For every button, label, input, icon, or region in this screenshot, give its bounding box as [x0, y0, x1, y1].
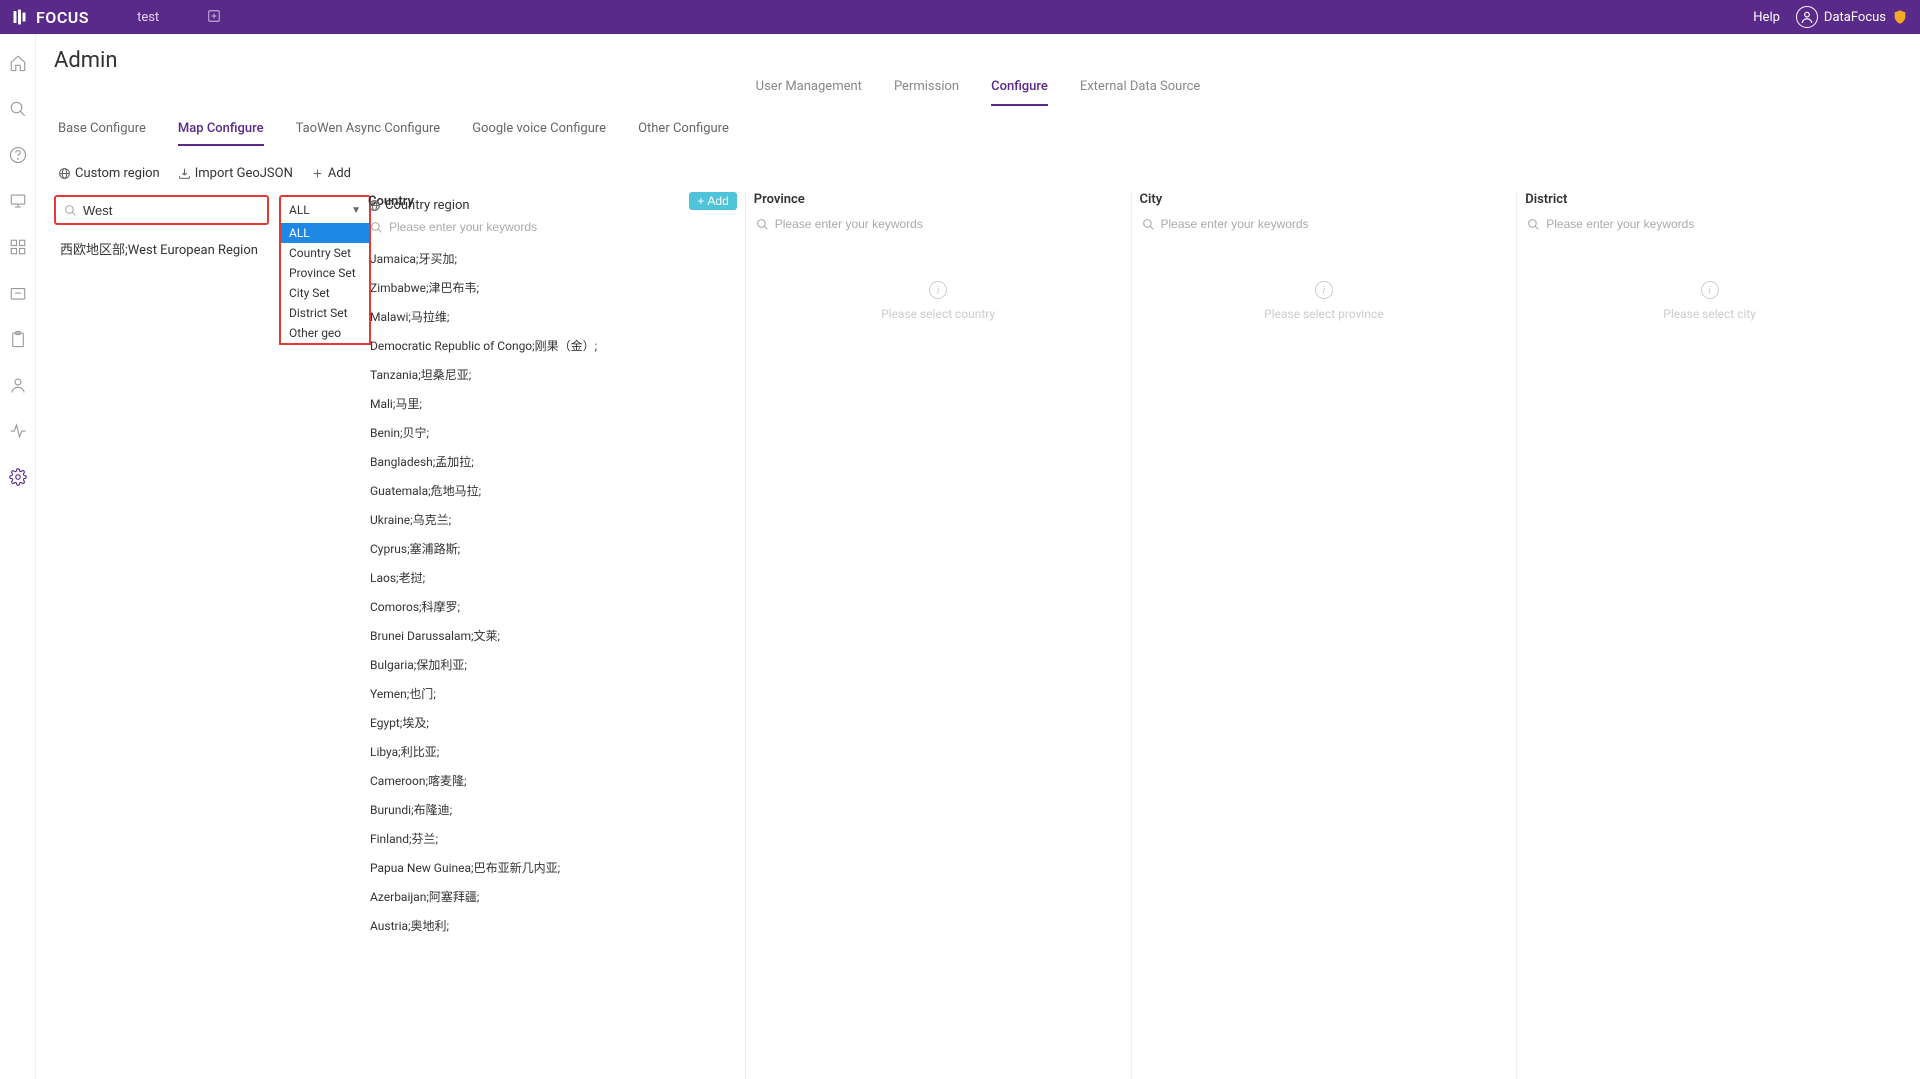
dropdown-option[interactable]: ALL — [281, 223, 369, 243]
country-item[interactable]: Ukraine;乌克兰; — [368, 505, 737, 534]
workspace-tab[interactable]: test — [137, 10, 159, 25]
country-item[interactable]: Bangladesh;孟加拉; — [368, 447, 737, 476]
info-icon: i — [1315, 281, 1333, 299]
import-geojson-button[interactable]: Import GeoJSON — [178, 166, 293, 181]
sub-tab[interactable]: Map Configure — [178, 121, 264, 146]
region-search-box — [54, 195, 269, 225]
dropdown-value: ALL — [289, 203, 310, 217]
user-icon — [1796, 6, 1818, 28]
country-item[interactable]: Democratic Republic of Congo;刚果（金）; — [368, 331, 737, 360]
top-bar: FOCUS test Help DataFocus — [0, 0, 1920, 34]
info-icon: i — [929, 281, 947, 299]
district-empty: i Please select city — [1525, 241, 1894, 1079]
country-item[interactable]: Brunei Darussalam;文莱; — [368, 621, 737, 650]
country-item[interactable]: Benin;贝宁; — [368, 418, 737, 447]
country-region-button[interactable]: Country region — [368, 198, 470, 213]
province-column: Province i Please select country — [746, 192, 1132, 1079]
settings-icon[interactable] — [9, 468, 27, 486]
country-item[interactable]: Malawi;马拉维; — [368, 302, 737, 331]
activity-icon[interactable] — [9, 422, 27, 440]
country-item[interactable]: Burundi;布隆迪; — [368, 795, 737, 824]
main-tabs: User Management Permission Configure Extern… — [36, 79, 1920, 107]
help-link[interactable]: Help — [1753, 10, 1780, 25]
country-item[interactable]: Yemen;也门; — [368, 679, 737, 708]
country-item[interactable]: Papua New Guinea;巴布亚新几内亚; — [368, 853, 737, 882]
city-column: City i Please select province — [1132, 192, 1518, 1079]
person-icon[interactable] — [9, 376, 27, 394]
home-icon[interactable] — [9, 54, 27, 72]
country-item[interactable]: Cameroon;喀麦隆; — [368, 766, 737, 795]
main-tab[interactable]: User Management — [756, 79, 862, 106]
clipboard-icon[interactable] — [9, 330, 27, 348]
country-item[interactable]: Guatemala;危地马拉; — [368, 476, 737, 505]
country-column: Country + Add Jamaica;牙买加;Zimbabwe;津巴 — [360, 192, 746, 1079]
country-item[interactable]: Azerbaijan;阿塞拜疆; — [368, 882, 737, 911]
logo-icon — [12, 8, 30, 26]
sub-tab[interactable]: Google voice Configure — [472, 121, 606, 146]
sub-tabs: Base Configure Map Configure TaoWen Async … — [36, 107, 1920, 146]
sub-tab[interactable]: Other Configure — [638, 121, 729, 146]
country-item[interactable]: Zimbabwe;津巴布韦; — [368, 273, 737, 302]
country-list: Jamaica;牙买加;Zimbabwe;津巴布韦;Malawi;马拉维;Dem… — [368, 244, 737, 1079]
sub-tab[interactable]: TaoWen Async Configure — [296, 121, 441, 146]
custom-region-button[interactable]: Custom region — [58, 166, 160, 181]
main-tab[interactable]: External Data Source — [1080, 79, 1200, 106]
side-nav — [0, 34, 36, 1079]
user-menu[interactable]: DataFocus — [1796, 6, 1908, 28]
add-region-button[interactable]: Add — [311, 166, 351, 181]
search-icon — [64, 204, 77, 217]
country-item[interactable]: Cyprus;塞浦路斯; — [368, 534, 737, 563]
country-item[interactable]: Jamaica;牙买加; — [368, 244, 737, 273]
country-item[interactable]: Egypt;埃及; — [368, 708, 737, 737]
district-column: District i Please select city — [1517, 192, 1902, 1079]
help-icon[interactable] — [9, 146, 27, 164]
sub-tab[interactable]: Base Configure — [58, 121, 146, 146]
dropdown-option[interactable]: Province Set — [281, 263, 369, 283]
country-item[interactable]: Mali;马里; — [368, 389, 737, 418]
grid-icon[interactable] — [9, 238, 27, 256]
country-item[interactable]: Austria;奥地利; — [368, 911, 737, 940]
folder-icon[interactable] — [9, 284, 27, 302]
info-icon: i — [1701, 281, 1719, 299]
country-item[interactable]: Bulgaria;保加利亚; — [368, 650, 737, 679]
add-tab-button[interactable] — [207, 8, 221, 27]
province-empty: i Please select country — [754, 241, 1123, 1079]
dropdown-option[interactable]: City Set — [281, 283, 369, 303]
region-type-dropdown[interactable]: ALL ▼ — [279, 195, 371, 225]
country-item[interactable]: Tanzania;坦桑尼亚; — [368, 360, 737, 389]
city-empty: i Please select province — [1140, 241, 1509, 1079]
page-title: Admin — [54, 48, 1902, 73]
country-item[interactable]: Laos;老挝; — [368, 563, 737, 592]
search-icon[interactable] — [9, 100, 27, 118]
logo: FOCUS — [12, 8, 89, 27]
user-name: DataFocus — [1824, 10, 1886, 25]
dropdown-list: ALLCountry SetProvince SetCity SetDistri… — [279, 223, 371, 345]
dropdown-option[interactable]: District Set — [281, 303, 369, 323]
country-item[interactable]: Libya;利比亚; — [368, 737, 737, 766]
main-tab[interactable]: Configure — [991, 79, 1048, 106]
region-search-input[interactable] — [83, 203, 259, 218]
country-item[interactable]: Comoros;科摩罗; — [368, 592, 737, 621]
presentation-icon[interactable] — [9, 192, 27, 210]
shield-icon — [1892, 9, 1908, 25]
left-panel: Custom region Import GeoJSON Add — [54, 160, 360, 1079]
country-item[interactable]: Finland;芬兰; — [368, 824, 737, 853]
dropdown-option[interactable]: Other geo — [281, 323, 369, 343]
main-tab[interactable]: Permission — [894, 79, 959, 106]
logo-text: FOCUS — [36, 8, 89, 27]
dropdown-option[interactable]: Country Set — [281, 243, 369, 263]
